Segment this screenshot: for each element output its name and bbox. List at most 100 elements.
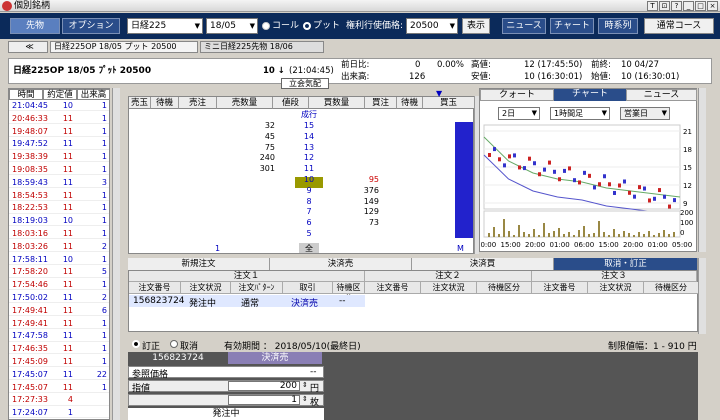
candle [578, 180, 581, 185]
board-price[interactable]: 11 [295, 164, 323, 175]
strike-select[interactable]: 20500 [406, 18, 458, 34]
minimize-icon[interactable]: _ [683, 1, 694, 11]
tab-new-order[interactable]: 新規注文 [128, 258, 270, 270]
interval-select[interactable]: 1時間足 [550, 107, 610, 120]
tick-time: 17:49:41 [12, 318, 48, 328]
tab-chart[interactable]: チャート [554, 89, 626, 101]
candle [613, 190, 616, 195]
timeseries-button[interactable]: 時系列 [598, 18, 638, 34]
board-footer-buy[interactable]: M [457, 244, 469, 254]
order2-col-1: 注文状況 [421, 282, 477, 294]
volume-tick-label: 0 [680, 229, 684, 237]
x-tick-label: 01:00 [648, 241, 668, 249]
tick-time: 17:50:02 [12, 293, 48, 302]
candle [583, 170, 586, 175]
tick-row: 18:22:53 11 1 [9, 203, 109, 214]
sell-qty [217, 197, 275, 208]
tick-price: 11 [62, 190, 73, 200]
candle [533, 161, 536, 166]
limit-price-label: 指値 [132, 384, 151, 394]
tab-options[interactable]: オプション [62, 18, 120, 34]
tick-volume: 1 [101, 382, 107, 392]
board-center-button[interactable]: 全 [299, 243, 319, 253]
tick-list-scrollbar[interactable] [112, 88, 120, 420]
tab-close-sell[interactable]: 決済売 [270, 258, 412, 270]
board-price[interactable]: 15 [295, 121, 323, 132]
order3-col-2: 待機区分 [644, 282, 699, 294]
board-price[interactable]: 5 [295, 229, 323, 240]
board-price[interactable]: 10 [295, 175, 323, 186]
course-button[interactable]: 通常コース [644, 18, 714, 34]
layout-icon[interactable]: ⊡ [659, 1, 670, 11]
order2-col-2: 待機区分 [477, 282, 532, 294]
board-price[interactable]: 13 [295, 143, 323, 154]
volume-bar [648, 231, 650, 237]
board-price[interactable]: 6 [295, 218, 323, 229]
board-price[interactable]: 7 [295, 207, 323, 218]
cancel-radio[interactable] [170, 340, 178, 348]
tab-quote[interactable]: クォート [480, 89, 554, 101]
order3-col-1: 注文状況 [588, 282, 644, 294]
open-label: 始値: [591, 72, 611, 82]
price-stepper-icon[interactable]: ⇕ [302, 381, 308, 389]
tick-row: 17:49:41 11 6 [9, 306, 109, 317]
candle [568, 166, 571, 171]
quantity-input[interactable]: 1 [228, 395, 300, 405]
maximize-icon[interactable]: □ [695, 1, 706, 11]
candle [673, 198, 676, 203]
limit-price-input[interactable]: 200 [228, 381, 300, 391]
day-mode-select[interactable]: 営業日 [620, 107, 670, 120]
help-icon[interactable]: ? [671, 1, 682, 11]
candle [593, 185, 596, 190]
month-select[interactable]: 18/05 [206, 18, 258, 34]
tick-row: 19:38:39 11 1 [9, 152, 109, 163]
candle [628, 190, 631, 195]
volume-bar [613, 229, 615, 237]
close-icon[interactable]: × [707, 1, 718, 11]
tick-row: 18:03:26 11 2 [9, 242, 109, 253]
board-price[interactable]: 9 [295, 186, 323, 197]
tab-close-buy[interactable]: 決済買 [412, 258, 554, 270]
board-price[interactable]: 14 [295, 132, 323, 143]
volume-bar [608, 235, 610, 237]
tool-t-icon[interactable]: T [647, 1, 658, 11]
app-icon [2, 1, 12, 11]
tab-instrument-1[interactable]: 日経225OP 18/05 プット 20500 [50, 41, 198, 53]
show-button[interactable]: 表示 [462, 18, 490, 34]
x-tick-label: 20:00 [525, 241, 545, 249]
tick-price: 11 [62, 113, 73, 123]
tab-cancel-amend[interactable]: 取消・訂正 [554, 258, 698, 270]
orders-scrollbar[interactable] [698, 258, 706, 334]
volume-bar [598, 221, 600, 237]
tick-time: 18:22:53 [12, 203, 48, 213]
chart-scrollbar[interactable] [698, 88, 706, 252]
amend-radio[interactable] [132, 340, 140, 348]
order3-col-0: 注文番号 [532, 282, 588, 294]
tick-row: 17:45:07 11 22 [9, 369, 109, 381]
x-tick-label: 05:00 [672, 241, 692, 249]
candle [493, 147, 496, 152]
tab-futures[interactable]: 先物 [10, 18, 60, 34]
tab-instrument-2[interactable]: ミニ日経225先物 18/06 [200, 41, 324, 53]
candle [498, 157, 501, 162]
volume-tick-label: 100 [680, 219, 693, 227]
put-radio[interactable] [303, 22, 311, 30]
collapse-icon[interactable]: ≪ [8, 41, 48, 53]
qty-stepper-icon[interactable]: ⇕ [302, 395, 308, 403]
board-price[interactable]: 8 [295, 197, 323, 208]
period-select[interactable]: 2日 [498, 107, 540, 120]
tab-news[interactable]: ニュース [626, 89, 697, 101]
chart-button[interactable]: チャート [550, 18, 594, 34]
volume-tick-label: 200 [680, 209, 693, 217]
board-price[interactable]: 12 [295, 153, 323, 164]
index-select[interactable]: 日経225 [127, 18, 203, 34]
order-row[interactable]: 156823724 発注中 通常 決済売 -- [129, 295, 365, 309]
main-toolbar: 先物 オプション 日経225 18/05 コール プット 権利行使価格: 205… [0, 13, 720, 39]
tick-time: 17:45:07 [12, 369, 48, 379]
call-radio[interactable] [262, 22, 270, 30]
board-header-3: 売数量 [217, 97, 273, 109]
news-button[interactable]: ニュース [502, 18, 546, 34]
tick-price: 11 [62, 369, 73, 379]
order-col-3: 取引 [283, 282, 333, 294]
quote-summary: 日経225OP 18/05 ﾌﾟｯﾄ 20500 10 ↓ (21:04:45)… [8, 58, 712, 84]
